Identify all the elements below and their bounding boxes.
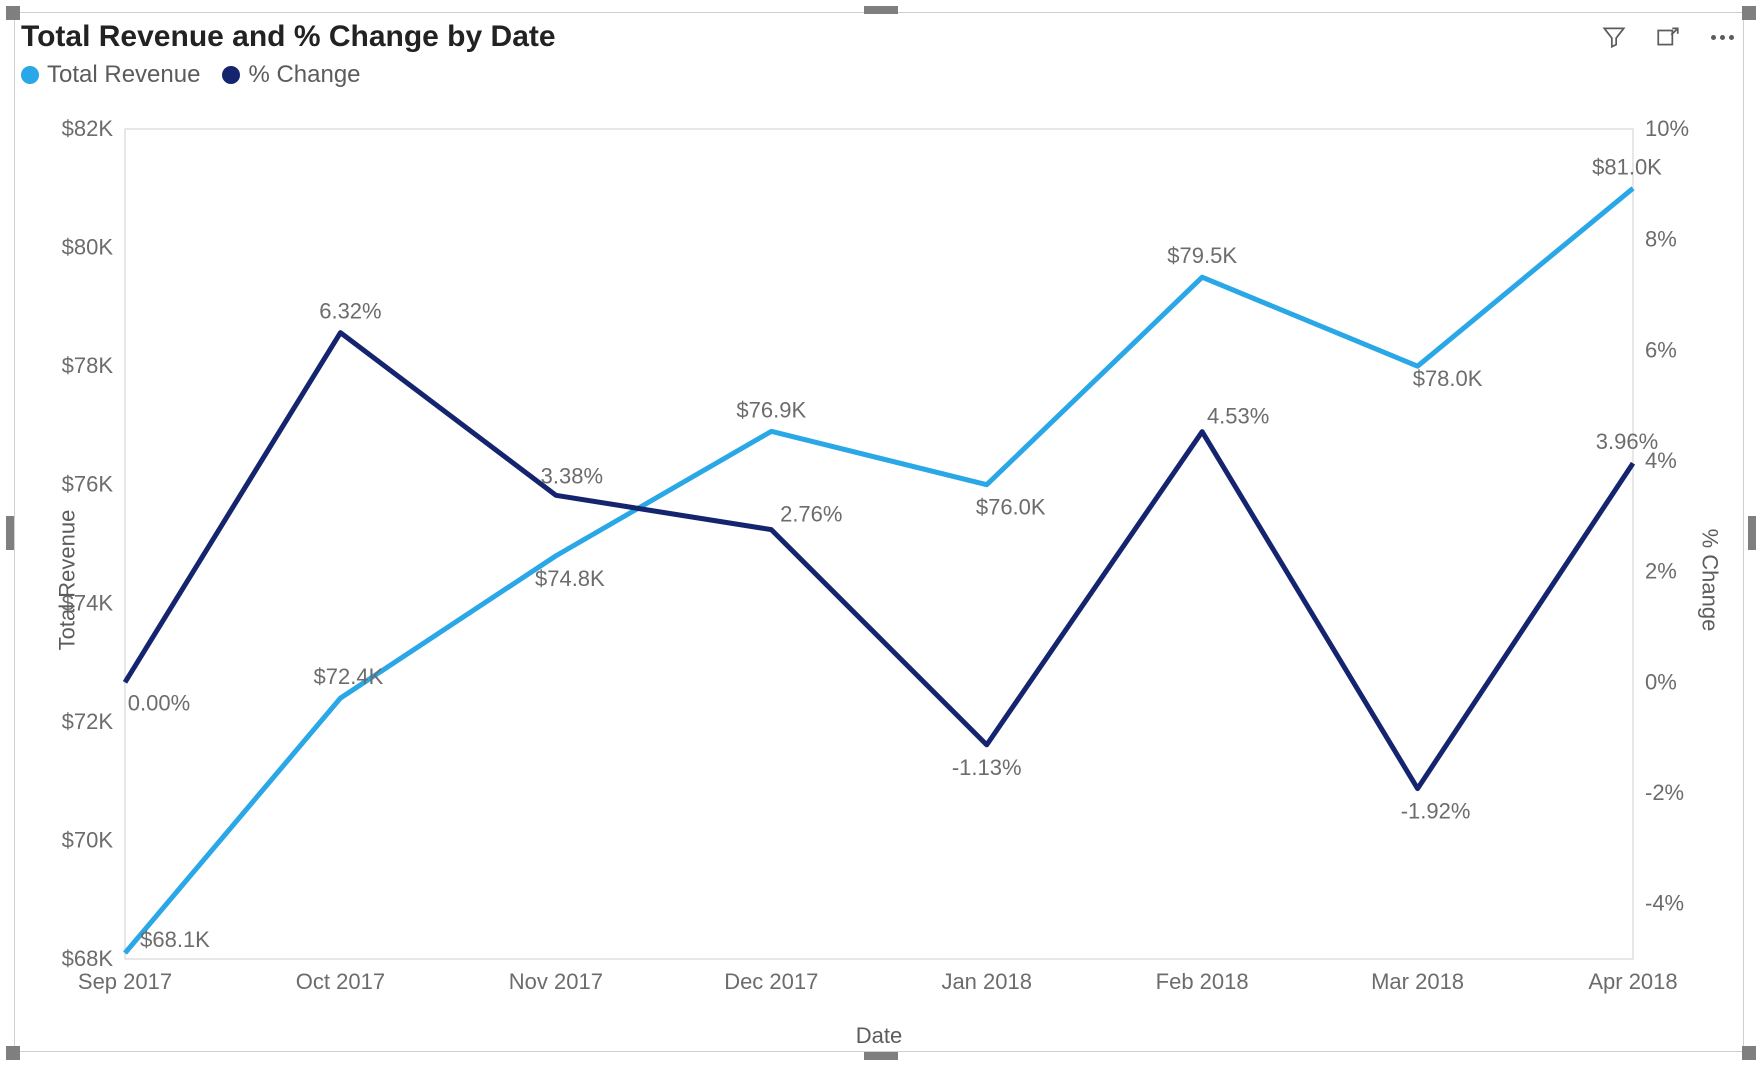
- visual-toolbar: [1599, 22, 1737, 52]
- legend-item-total-revenue[interactable]: Total Revenue: [21, 61, 200, 89]
- y2-tick-label: 8%: [1645, 227, 1677, 252]
- legend: Total Revenue % Change: [21, 61, 361, 89]
- data-label-revenue: $76.9K: [736, 397, 806, 422]
- data-label-change: 3.38%: [541, 463, 603, 488]
- line-percent-change[interactable]: [125, 333, 1633, 789]
- chart-title: Total Revenue and % Change by Date: [21, 20, 556, 54]
- x-tick-label: Nov 2017: [509, 969, 603, 994]
- legend-swatch: [222, 66, 240, 84]
- data-label-revenue: $76.0K: [976, 495, 1046, 520]
- y2-tick-label: 2%: [1645, 559, 1677, 584]
- y1-tick-label: $82K: [62, 116, 114, 141]
- x-tick-label: Apr 2018: [1588, 969, 1677, 994]
- resize-handle-sw[interactable]: [6, 1046, 20, 1060]
- data-label-change: 2.76%: [780, 502, 842, 527]
- y1-tick-label: $80K: [62, 235, 114, 260]
- filter-icon: [1601, 24, 1627, 50]
- data-label-revenue: $79.5K: [1167, 243, 1237, 268]
- legend-label: % Change: [248, 61, 360, 89]
- y1-axis-title: Total Revenue: [54, 510, 80, 651]
- resize-handle-e[interactable]: [1748, 516, 1756, 550]
- focus-mode-icon: [1655, 24, 1681, 50]
- resize-handle-n[interactable]: [864, 6, 898, 14]
- data-label-revenue: $72.4K: [314, 664, 384, 689]
- x-tick-label: Sep 2017: [78, 969, 172, 994]
- chart-visual[interactable]: Total Revenue and % Change by Date: [14, 12, 1744, 1052]
- data-label-change: -1.13%: [952, 755, 1022, 780]
- x-tick-label: Dec 2017: [724, 969, 818, 994]
- resize-handle-w[interactable]: [6, 516, 14, 550]
- y2-tick-label: 0%: [1645, 669, 1677, 694]
- y1-tick-label: $70K: [62, 827, 114, 852]
- y2-axis-title: % Change: [1697, 529, 1723, 632]
- data-label-revenue: $74.8K: [535, 566, 605, 591]
- more-options-button[interactable]: [1707, 22, 1737, 52]
- resize-handle-s[interactable]: [864, 1052, 898, 1060]
- x-axis-title: Date: [856, 1023, 902, 1049]
- y2-tick-label: 10%: [1645, 116, 1689, 141]
- y1-tick-label: $68K: [62, 946, 114, 971]
- legend-swatch: [21, 66, 39, 84]
- focus-mode-button[interactable]: [1653, 22, 1683, 52]
- data-label-change: 6.32%: [319, 299, 381, 324]
- data-label-change: -1.92%: [1401, 799, 1471, 824]
- resize-handle-nw[interactable]: [6, 6, 20, 20]
- x-tick-label: Mar 2018: [1371, 969, 1464, 994]
- x-tick-label: Oct 2017: [296, 969, 385, 994]
- chart-area: Total Revenue % Change Date $68K $70K $72K…: [15, 109, 1743, 1051]
- data-label-revenue: $81.0K: [1592, 154, 1662, 179]
- chart-svg: $68K$70K$72K$74K$76K$78K$80K$82K-4%-2%0%…: [15, 109, 1743, 1049]
- x-tick-label: Feb 2018: [1156, 969, 1249, 994]
- x-tick-label: Jan 2018: [941, 969, 1032, 994]
- legend-item-percent-change[interactable]: % Change: [222, 61, 360, 89]
- data-label-revenue: $78.0K: [1413, 366, 1483, 391]
- visual-frame: Total Revenue and % Change by Date: [0, 0, 1762, 1066]
- data-label-change: 4.53%: [1207, 404, 1269, 429]
- y2-tick-label: -4%: [1645, 891, 1684, 916]
- y2-tick-label: -2%: [1645, 780, 1684, 805]
- resize-handle-ne[interactable]: [1742, 6, 1756, 20]
- resize-handle-se[interactable]: [1742, 1046, 1756, 1060]
- data-label-change: 3.96%: [1596, 429, 1658, 454]
- y1-tick-label: $78K: [62, 353, 114, 378]
- filter-button[interactable]: [1599, 22, 1629, 52]
- y2-tick-label: 6%: [1645, 337, 1677, 362]
- more-options-icon: [1711, 35, 1734, 40]
- data-label-revenue: $68.1K: [140, 927, 210, 952]
- y1-tick-label: $76K: [62, 472, 114, 497]
- data-label-change: 0.00%: [128, 690, 190, 715]
- y1-tick-label: $72K: [62, 709, 114, 734]
- legend-label: Total Revenue: [47, 61, 200, 89]
- title-row: Total Revenue and % Change by Date: [21, 15, 1737, 59]
